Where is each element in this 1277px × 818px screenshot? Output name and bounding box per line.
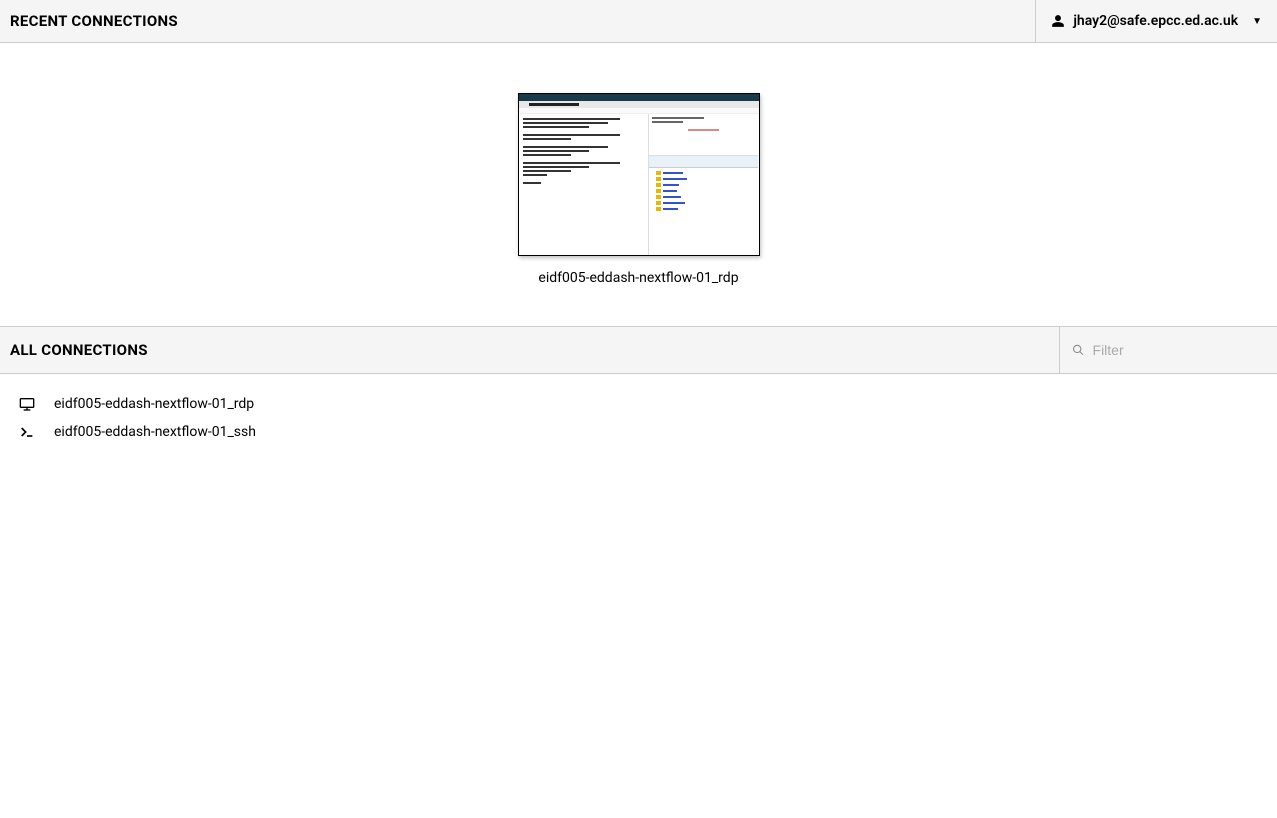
terminal-icon — [18, 424, 36, 440]
connection-item-ssh[interactable]: eidf005-eddash-nextflow-01_ssh — [18, 418, 1259, 446]
user-menu[interactable]: jhay2@safe.epcc.ed.ac.uk ▼ — [1035, 0, 1277, 42]
recent-connections-title: Recent Connections — [0, 12, 178, 30]
monitor-icon — [18, 396, 36, 412]
connection-preview — [518, 93, 760, 256]
connection-label: eidf005-eddash-nextflow-01_ssh — [54, 424, 256, 440]
connection-label: eidf005-eddash-nextflow-01_rdp — [54, 396, 254, 412]
filter-box[interactable] — [1059, 327, 1277, 373]
recent-connection-label: eidf005-eddash-nextflow-01_rdp — [538, 270, 738, 286]
recent-connections-header: Recent Connections jhay2@safe.epcc.ed.ac… — [0, 0, 1277, 43]
user-label: jhay2@safe.epcc.ed.ac.uk — [1073, 13, 1238, 29]
connection-item-rdp[interactable]: eidf005-eddash-nextflow-01_rdp — [18, 390, 1259, 418]
all-connections-header: All Connections — [0, 326, 1277, 374]
all-connections-list: eidf005-eddash-nextflow-01_rdp eidf005-e… — [0, 374, 1277, 462]
all-connections-title: All Connections — [0, 341, 148, 359]
filter-input[interactable] — [1093, 342, 1265, 358]
recent-connection-thumbnail[interactable]: eidf005-eddash-nextflow-01_rdp — [518, 93, 760, 286]
user-icon — [1051, 14, 1065, 28]
recent-connections-section: eidf005-eddash-nextflow-01_rdp — [0, 43, 1277, 326]
caret-down-icon: ▼ — [1252, 16, 1262, 27]
search-icon — [1072, 343, 1085, 357]
